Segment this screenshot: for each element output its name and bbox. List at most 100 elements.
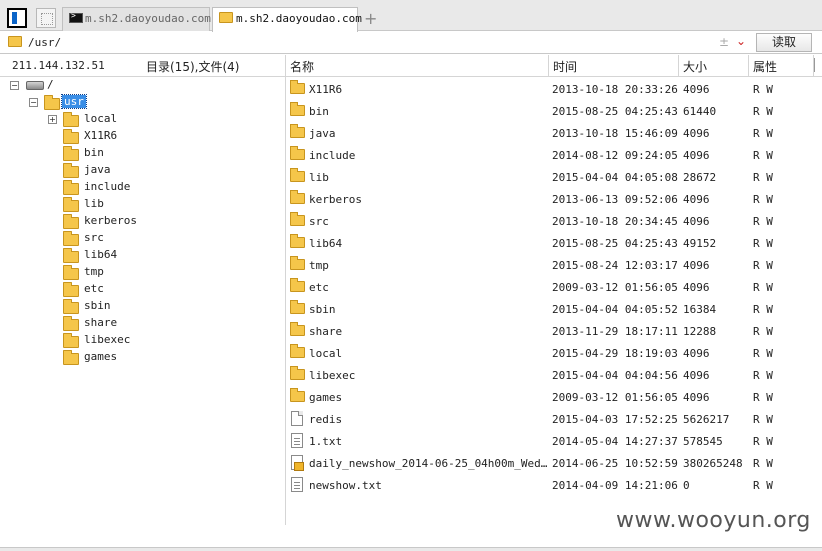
table-row[interactable]: lib64 2015-08-25 04:25:43 49152 R W (286, 232, 822, 254)
table-row[interactable]: redis 2015-04-03 17:52:25 5626217 R W (286, 408, 822, 430)
tree-label: X11R6 (84, 129, 118, 142)
chevron-down-icon[interactable]: ⌄ (736, 34, 746, 48)
table-row[interactable]: lib 2015-04-04 04:05:08 28672 R W (286, 166, 822, 188)
tree-node-x11r6[interactable]: X11R6 (0, 128, 200, 145)
column-header-size[interactable]: 大小 (683, 58, 707, 75)
panel-toggle-icon[interactable] (7, 8, 27, 28)
tree-node-kerberos[interactable]: kerberos (0, 213, 200, 230)
folder-icon (290, 322, 305, 336)
new-tab-button[interactable]: + (364, 9, 377, 28)
file-time: 2013-10-18 20:33:26 (552, 83, 678, 96)
file-attr: R W (753, 479, 773, 492)
file-time: 2014-08-12 09:24:05 (552, 149, 678, 162)
file-attr: R W (753, 171, 773, 184)
tree-node-local[interactable]: + local (0, 111, 200, 128)
file-attr: R W (753, 149, 773, 162)
file-time: 2013-10-18 15:46:09 (552, 127, 678, 140)
read-button[interactable]: 读取 (756, 33, 812, 52)
table-row[interactable]: etc 2009-03-12 01:56:05 4096 R W (286, 276, 822, 298)
file-time: 2009-03-12 01:56:05 (552, 281, 678, 294)
file-time: 2015-04-29 18:19:03 (552, 347, 678, 360)
tree-label: kerberos (84, 214, 137, 227)
tree-node-root[interactable]: − / (0, 77, 200, 94)
folder-icon (290, 80, 305, 94)
file-size: 4096 (683, 281, 710, 294)
tree-label: games (84, 350, 118, 363)
file-name: games (309, 391, 343, 404)
folder-icon (290, 212, 305, 226)
tree-node-games[interactable]: games (0, 349, 200, 366)
expand-icon[interactable]: + (48, 115, 57, 124)
table-row[interactable]: kerberos 2013-06-13 09:52:06 4096 R W (286, 188, 822, 210)
collapse-icon[interactable]: − (29, 98, 38, 107)
tree-node-usr[interactable]: − usr (0, 94, 200, 111)
table-row[interactable]: 1.txt 2014-05-04 14:27:37 578545 R W (286, 430, 822, 452)
path-input[interactable]: /usr/ (28, 36, 61, 49)
table-row[interactable]: daily_newshow_2014-06-25_04h00m_Wednesda… (286, 452, 822, 474)
tree-node-lib64[interactable]: lib64 (0, 247, 200, 264)
table-row[interactable]: X11R6 2013-10-18 20:33:26 4096 R W (286, 78, 822, 100)
folder-icon (290, 190, 305, 204)
tree-node-include[interactable]: include (0, 179, 200, 196)
tree-node-tmp[interactable]: tmp (0, 264, 200, 281)
status-row: 211.144.132.51 目录(15),文件(4) (0, 55, 286, 77)
tree-node-etc[interactable]: etc (0, 281, 200, 298)
column-divider[interactable] (548, 55, 549, 77)
file-attr: R W (753, 83, 773, 96)
tree-node-lib[interactable]: lib (0, 196, 200, 213)
column-header-name[interactable]: 名称 (290, 58, 314, 75)
folder-icon (290, 256, 305, 270)
table-row[interactable]: java 2013-10-18 15:46:09 4096 R W (286, 122, 822, 144)
folder-icon (63, 112, 79, 127)
table-row[interactable]: newshow.txt 2014-04-09 14:21:06 0 R W (286, 474, 822, 496)
file-time: 2015-08-25 04:25:43 (552, 105, 678, 118)
folder-open-icon (44, 95, 60, 110)
column-divider[interactable] (678, 55, 679, 77)
tab-terminal[interactable]: m.sh2.daoyoudao.com (62, 7, 211, 31)
tree-node-share[interactable]: share (0, 315, 200, 332)
file-time: 2015-04-04 04:05:08 (552, 171, 678, 184)
table-row[interactable]: include 2014-08-12 09:24:05 4096 R W (286, 144, 822, 166)
tree-node-sbin[interactable]: sbin (0, 298, 200, 315)
bottom-border (0, 547, 822, 551)
file-name: src (309, 215, 329, 228)
table-row[interactable]: share 2013-11-29 18:17:11 12288 R W (286, 320, 822, 342)
folder-icon (290, 388, 305, 402)
column-divider[interactable] (748, 55, 749, 77)
table-row[interactable]: libexec 2015-04-04 04:04:56 4096 R W (286, 364, 822, 386)
file-time: 2014-06-25 10:52:59 (552, 457, 678, 470)
tree-node-src[interactable]: src (0, 230, 200, 247)
server-ip: 211.144.132.51 (12, 59, 105, 72)
tab-file-manager[interactable]: m.sh2.daoyoudao.com (212, 7, 362, 32)
tree-node-java[interactable]: java (0, 162, 200, 179)
tree-node-bin[interactable]: bin (0, 145, 200, 162)
file-size: 4096 (683, 259, 710, 272)
table-row[interactable]: src 2013-10-18 20:34:45 4096 R W (286, 210, 822, 232)
text-file-icon (291, 433, 303, 448)
file-name: 1.txt (309, 435, 343, 448)
file-time: 2014-05-04 14:27:37 (552, 435, 678, 448)
file-name: libexec (309, 369, 356, 382)
terminal-icon (69, 11, 83, 23)
file-name: java (309, 127, 336, 140)
table-row[interactable]: games 2009-03-12 01:56:05 4096 R W (286, 386, 822, 408)
folder-icon (63, 299, 79, 314)
folder-icon (290, 300, 305, 314)
file-time: 2013-11-29 18:17:11 (552, 325, 678, 338)
file-name: sbin (309, 303, 336, 316)
column-header-time[interactable]: 时间 (553, 58, 577, 75)
file-time: 2014-04-09 14:21:06 (552, 479, 678, 492)
table-row[interactable]: local 2015-04-29 18:19:03 4096 R W (286, 342, 822, 364)
plus-minus-icon[interactable]: ± (719, 35, 729, 49)
table-row[interactable]: bin 2015-08-25 04:25:43 61440 R W (286, 100, 822, 122)
file-size: 12288 (683, 325, 717, 338)
table-row[interactable]: sbin 2015-04-04 04:05:52 16384 R W (286, 298, 822, 320)
column-header-attr[interactable]: 属性 (753, 58, 777, 75)
item-counts: 目录(15),文件(4) (146, 60, 240, 74)
table-row[interactable]: tmp 2015-08-24 12:03:17 4096 R W (286, 254, 822, 276)
tree-node-libexec[interactable]: libexec (0, 332, 200, 349)
collapse-icon[interactable]: − (10, 81, 19, 90)
tree-label-selected: usr (61, 94, 87, 109)
window-icon[interactable] (36, 8, 56, 28)
file-time: 2015-04-03 17:52:25 (552, 413, 678, 426)
